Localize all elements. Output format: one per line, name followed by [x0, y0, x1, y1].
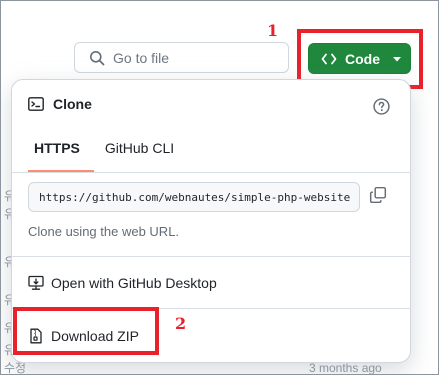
divider [12, 256, 410, 257]
tab-https[interactable]: HTTPS [34, 140, 80, 166]
help-icon[interactable] [373, 98, 390, 120]
divider [12, 172, 410, 173]
copy-url-button[interactable] [369, 186, 387, 209]
clone-helptext: Clone using the web URL. [28, 224, 180, 239]
annotation-marker-1: 1 [267, 21, 279, 40]
search-icon [90, 50, 105, 65]
terminal-icon [28, 97, 44, 111]
clone-url-field[interactable]: https://github.com/webnautes/simple-php-… [28, 182, 360, 212]
highlight-box-download-zip [13, 307, 159, 355]
clone-title: Clone [53, 96, 92, 112]
open-with-github-desktop-label: Open with GitHub Desktop [51, 275, 217, 291]
screenshot-frame: 유 유 유 유 유 유 수정 3 months ago Go to file C… [0, 0, 439, 375]
open-with-github-desktop[interactable]: Open with GitHub Desktop [28, 275, 217, 291]
clone-tabs: HTTPS GitHub CLI [34, 140, 199, 166]
desktop-download-icon [28, 275, 44, 290]
annotation-marker-2: 2 [175, 314, 187, 333]
go-to-file-input[interactable]: Go to file [74, 42, 289, 73]
tab-github-cli[interactable]: GitHub CLI [105, 140, 174, 166]
clone-header: Clone [28, 96, 92, 112]
background-timestamp: 3 months ago [309, 361, 382, 375]
go-to-file-placeholder: Go to file [113, 49, 170, 66]
copy-icon [369, 186, 387, 204]
